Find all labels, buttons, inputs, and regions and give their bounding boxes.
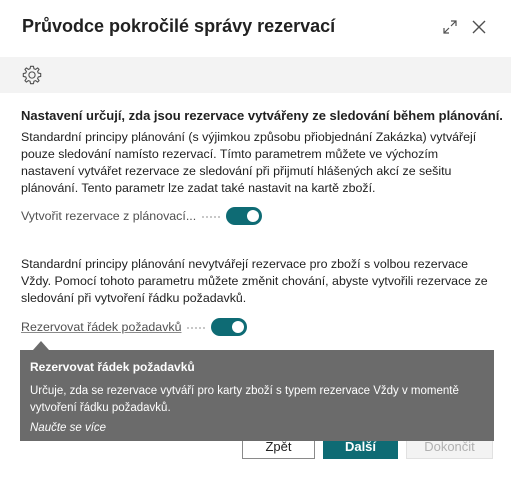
toggle-knob [247,210,260,222]
dialog-title: Průvodce pokročilé správy rezervací [22,16,336,36]
reserve-requisition-line-label[interactable]: Rezervovat řádek požadavků [21,320,181,334]
description-paragraph-1: Standardní principy plánování (s výjimko… [21,130,477,195]
field-tooltip: Rezervovat řádek požadavků Určuje, zda s… [20,350,494,441]
learn-more-link[interactable]: Naučte se více [30,422,484,434]
toggle-knob [232,321,245,333]
settings-button[interactable] [20,63,44,87]
close-icon [472,20,486,34]
advanced-reservation-wizard-dialog: Průvodce pokročilé správy rezervací Nast… [0,0,511,478]
tooltip-arrow [33,341,49,350]
field-dots-divider [202,216,221,218]
create-reservations-label[interactable]: Vytvořit rezervace z plánovací... [21,209,196,223]
expand-button[interactable] [440,17,460,37]
tooltip-text: Určuje, zda se rezervace vytváří pro kar… [30,385,459,414]
create-reservations-field: Vytvořit rezervace z plánovací... [21,206,263,226]
action-bar [0,57,511,93]
reserve-requisition-line-toggle[interactable] [211,318,248,336]
expand-icon [443,20,457,34]
tooltip-title: Rezervovat řádek požadavků [30,360,195,374]
reserve-requisition-line-field: Rezervovat řádek požadavků [21,317,248,337]
close-button[interactable] [468,16,490,38]
description-paragraph-2: Standardní principy plánování nevytvářej… [21,257,488,305]
create-reservations-toggle[interactable] [226,207,263,225]
field-dots-divider [187,327,206,329]
gear-icon [22,65,42,85]
section-heading: Nastavení určují, zda jsou rezervace vyt… [21,108,503,123]
